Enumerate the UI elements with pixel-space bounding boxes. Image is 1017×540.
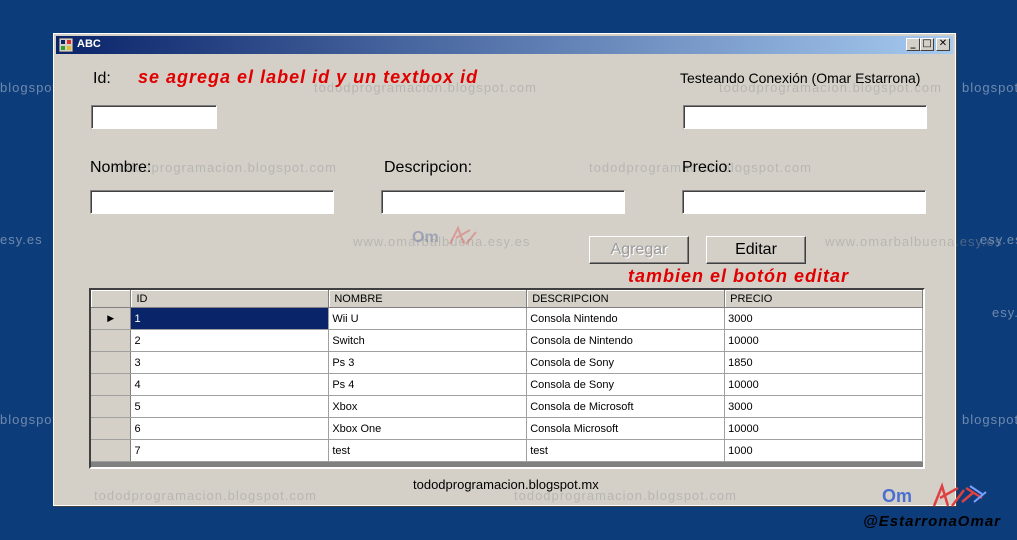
table-cell[interactable]: 10000 [724,417,923,440]
nombre-field[interactable] [90,190,334,214]
table-cell[interactable]: 2 [130,329,330,352]
column-header-descripcion[interactable]: DESCRIPCION [526,290,726,308]
table-cell[interactable]: Switch [328,329,528,352]
row-header[interactable] [91,373,132,396]
table-cell[interactable]: test [526,439,726,462]
nombre-label: Nombre: [90,159,152,176]
id-label: Id: [93,70,111,87]
table-cell[interactable]: Ps 3 [328,351,528,374]
brand-logo-icon: Om [882,482,987,507]
grid-table: ID NOMBRE DESCRIPCION PRECIO ▶ 1 Wii U C… [91,290,923,462]
data-grid[interactable]: ID NOMBRE DESCRIPCION PRECIO ▶ 1 Wii U C… [89,288,925,469]
row-header[interactable] [91,395,132,418]
descripcion-field[interactable] [381,190,625,214]
table-cell[interactable]: 1000 [724,439,923,462]
agregar-button[interactable]: Agregar [589,236,689,264]
close-button[interactable]: ✕ [936,38,950,51]
brand-logo-text: Om [882,486,912,506]
table-cell[interactable]: 7 [130,439,330,462]
table-cell[interactable]: 1850 [724,351,923,374]
grid-header-row: ID NOMBRE DESCRIPCION PRECIO [91,290,923,308]
row-header[interactable] [91,439,132,462]
twitter-handle: @EstarronaOmar [863,513,1001,530]
watermark-text: blogspot.com [962,80,1017,95]
maximize-button[interactable]: □ [920,38,934,51]
table-cell[interactable]: 1 [130,307,330,330]
connection-field[interactable] [683,105,927,129]
table-cell[interactable]: Consola de Microsoft [526,395,726,418]
annotation-editar: tambien el botón editar [628,266,850,286]
connection-label: Testeando Conexión (Omar Estarrona) [680,70,921,86]
app-window: ABC _ □ ✕ tododprogramacion.blogspot.com… [53,33,1001,506]
table-cell[interactable]: Ps 4 [328,373,528,396]
omar-logo-icon: Om [412,225,477,246]
editar-button[interactable]: Editar [706,236,806,264]
table-row[interactable]: 7 test test 1000 [91,439,923,462]
watermark-text: tododprogramacion.blogspot.com [94,488,317,503]
row-header[interactable] [91,417,132,440]
watermark-text: esy.es [0,232,43,247]
table-cell[interactable]: 3000 [724,307,923,330]
table-cell[interactable]: 10000 [724,373,923,396]
table-cell[interactable]: Consola de Nintendo [526,329,726,352]
table-cell[interactable]: Consola Nintendo [526,307,726,330]
column-header-nombre[interactable]: NOMBRE [328,290,528,308]
footer-link: tododprogramacion.blogspot.mx [413,477,599,492]
table-row[interactable]: 4 Ps 4 Consola de Sony 10000 [91,373,923,396]
table-cell[interactable]: Consola de Sony [526,373,726,396]
window-title: ABC [77,38,101,50]
descripcion-label: Descripcion: [384,159,473,176]
table-cell[interactable]: Consola Microsoft [526,417,726,440]
table-row[interactable]: 5 Xbox Consola de Microsoft 3000 [91,395,923,418]
table-cell[interactable]: Consola de Sony [526,351,726,374]
watermark-text: www.omarbalbuena.esy.es [825,234,1003,249]
table-row[interactable]: ▶ 1 Wii U Consola Nintendo 3000 [91,307,923,330]
current-row-arrow-icon[interactable]: ▶ [91,307,132,330]
column-header-id[interactable]: ID [130,290,330,308]
table-cell[interactable]: test [328,439,528,462]
column-header-precio[interactable]: PRECIO [724,290,923,308]
table-row[interactable]: 3 Ps 3 Consola de Sony 1850 [91,351,923,374]
table-cell[interactable]: 10000 [724,329,923,352]
minimize-button[interactable]: _ [906,38,920,51]
table-cell[interactable]: 5 [130,395,330,418]
logo-text: Om [412,229,439,246]
title-bar[interactable]: ABC _ □ ✕ [56,36,953,54]
table-cell[interactable]: 3000 [724,395,923,418]
app-icon [59,38,73,52]
watermark-text: blogspot.com [962,412,1017,427]
watermark-text: esy.es [992,305,1017,320]
table-row[interactable]: 6 Xbox One Consola Microsoft 10000 [91,417,923,440]
row-header-corner[interactable] [91,290,132,308]
precio-label: Precio: [682,159,732,176]
precio-field[interactable] [682,190,926,214]
row-header[interactable] [91,351,132,374]
table-cell[interactable]: Xbox [328,395,528,418]
row-header[interactable] [91,329,132,352]
table-cell[interactable]: Xbox One [328,417,528,440]
table-cell[interactable]: 3 [130,351,330,374]
table-cell[interactable]: Wii U [328,307,528,330]
table-row[interactable]: 2 Switch Consola de Nintendo 10000 [91,329,923,352]
id-field[interactable] [91,105,217,129]
table-cell[interactable]: 4 [130,373,330,396]
annotation-id: se agrega el label id y un textbox id [138,67,479,87]
table-cell[interactable]: 6 [130,417,330,440]
